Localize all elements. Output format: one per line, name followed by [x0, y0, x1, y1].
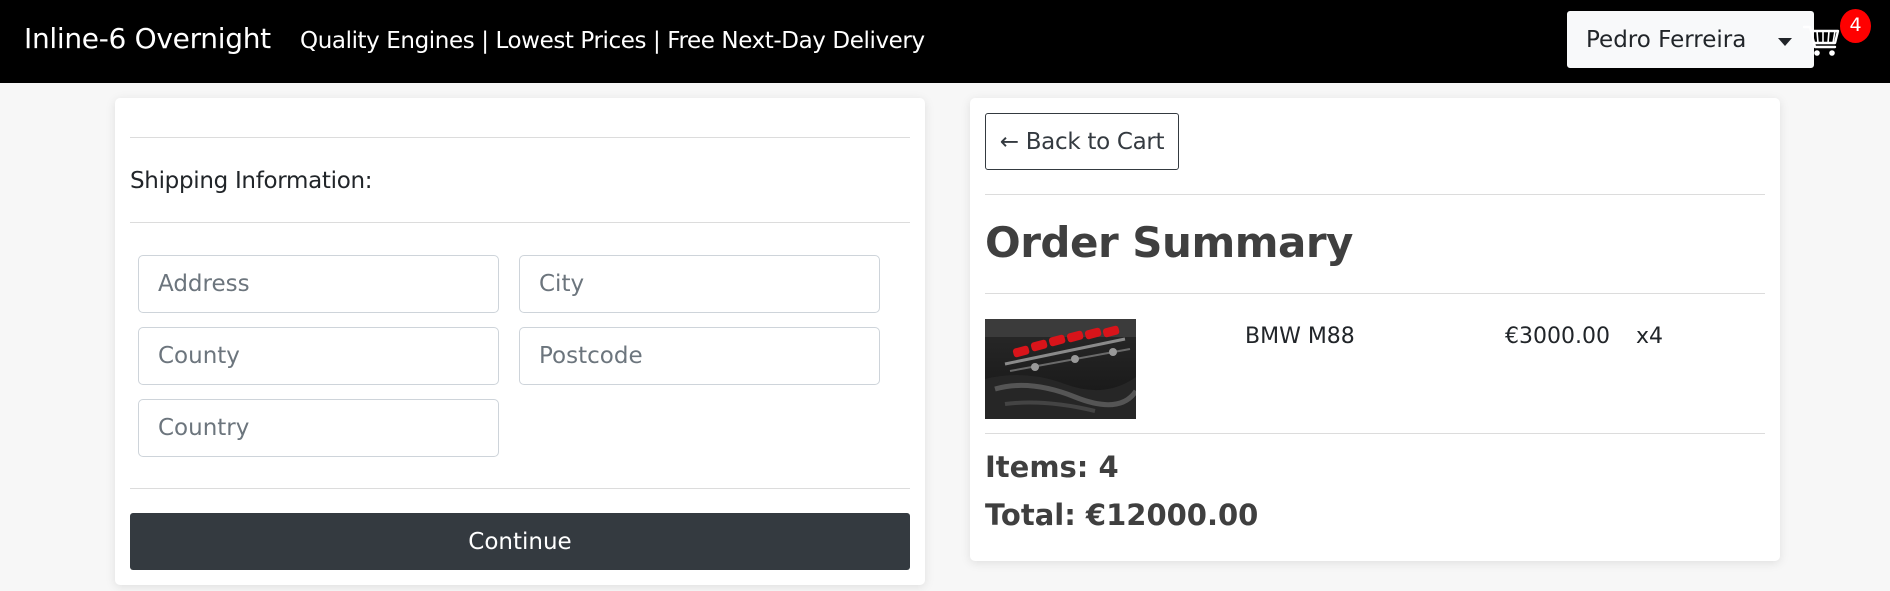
user-menu-button[interactable]: Pedro Ferreira	[1567, 11, 1814, 68]
back-to-cart-button[interactable]: ← Back to Cart	[985, 113, 1179, 170]
order-summary-title: Order Summary	[985, 218, 1353, 267]
divider	[985, 293, 1765, 294]
continue-button[interactable]: Continue	[130, 513, 910, 570]
shipping-info-label: Shipping Information:	[130, 168, 373, 194]
item-quantity: x4	[1636, 324, 1664, 349]
city-input[interactable]	[519, 255, 880, 313]
divider	[130, 488, 910, 489]
shopping-cart-icon[interactable]	[1802, 20, 1842, 60]
top-navbar: Inline-6 Overnight Quality Engines | Low…	[0, 0, 1890, 83]
county-input[interactable]	[138, 327, 499, 385]
brand-logo[interactable]: Inline-6 Overnight	[24, 22, 271, 55]
divider	[130, 137, 910, 138]
items-count: Items: 4	[985, 450, 1119, 484]
shipping-card: Shipping Information: Continue	[115, 98, 925, 585]
item-price: €3000.00	[1505, 324, 1610, 349]
order-total: Total: €12000.00	[985, 498, 1259, 532]
tagline: Quality Engines | Lowest Prices | Free N…	[300, 28, 925, 54]
caret-down-icon	[1778, 38, 1792, 46]
divider	[985, 194, 1765, 195]
divider	[985, 433, 1765, 434]
item-name: BMW M88	[1245, 324, 1355, 349]
product-image	[985, 319, 1136, 419]
address-input[interactable]	[138, 255, 499, 313]
country-input[interactable]	[138, 399, 499, 457]
cart-count-badge: 4	[1840, 9, 1871, 43]
divider	[130, 222, 910, 223]
order-summary-card: ← Back to Cart Order Summary BMW M88 €30…	[970, 98, 1780, 561]
user-name: Pedro Ferreira	[1586, 26, 1747, 53]
postcode-input[interactable]	[519, 327, 880, 385]
